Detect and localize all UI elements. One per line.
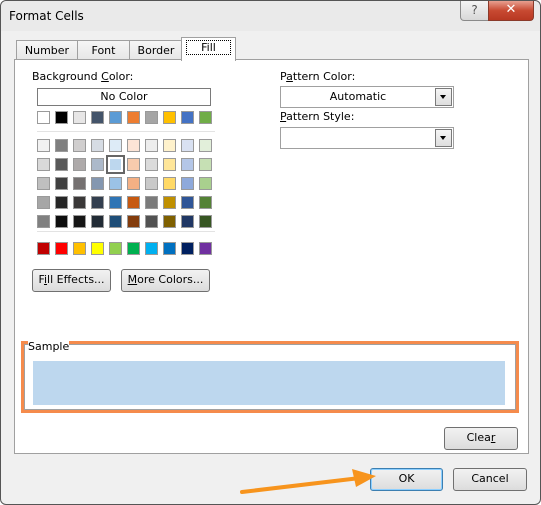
arrow-shaft	[240, 476, 362, 494]
arrow-head	[352, 469, 376, 487]
tab-label: Fill	[186, 40, 231, 55]
annotation-arrow	[240, 469, 376, 494]
tab-fill[interactable]: Fill	[181, 37, 236, 61]
